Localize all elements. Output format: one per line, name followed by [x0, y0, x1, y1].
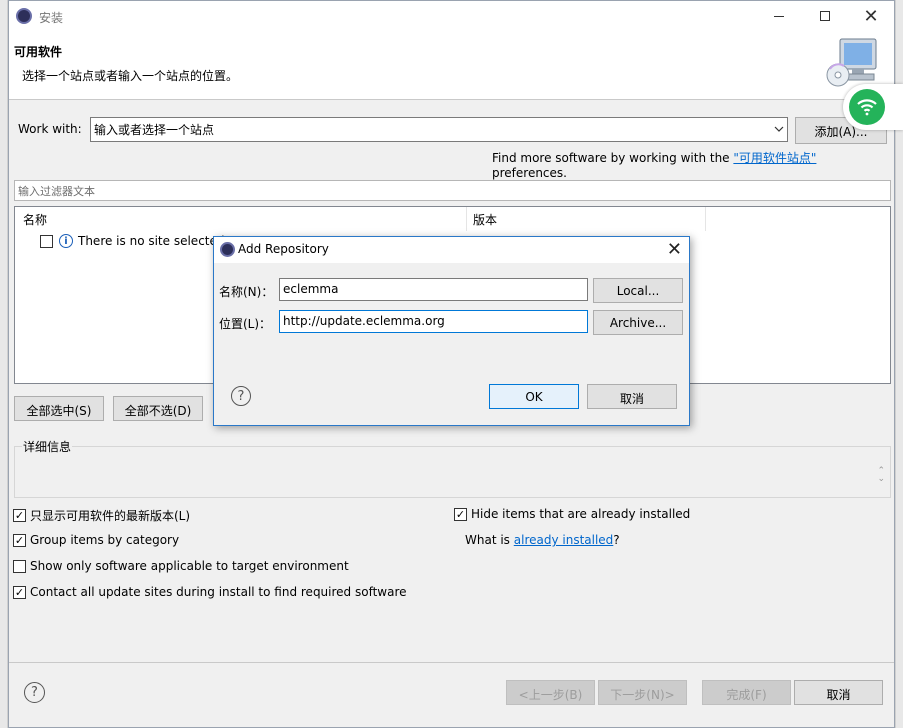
what-is-prefix: What is: [465, 533, 514, 547]
option-group-by-category[interactable]: ✓ Group items by category: [13, 533, 179, 547]
option-latest-only[interactable]: ✓ 只显示可用软件的最新版本(L): [13, 507, 190, 524]
ok-button[interactable]: OK: [489, 384, 579, 409]
column-header-name[interactable]: 名称: [23, 211, 47, 228]
help-icon[interactable]: ?: [24, 682, 45, 703]
group-by-category-label: Group items by category: [30, 533, 180, 547]
page-title: 可用软件: [14, 45, 63, 59]
dialog-title: Add Repository: [238, 242, 329, 256]
divider: [9, 662, 894, 663]
deselect-all-button[interactable]: 全部不选(D): [113, 396, 203, 421]
column-separator[interactable]: [705, 207, 706, 231]
close-button[interactable]: ✕: [848, 1, 894, 31]
cancel-button[interactable]: 取消: [794, 680, 883, 705]
tree-row-label: There is no site selected.: [78, 234, 229, 248]
maximize-button[interactable]: [802, 1, 848, 31]
find-more-suffix: preferences.: [492, 166, 567, 180]
option-hide-installed[interactable]: ✓ Hide items that are already installed: [454, 507, 690, 521]
column-header-version[interactable]: 版本: [473, 211, 497, 228]
already-installed-link[interactable]: already installed: [514, 533, 614, 547]
option-target-env-only[interactable]: Show only software applicable to target …: [13, 559, 349, 573]
dialog-close-icon[interactable]: ✕: [667, 239, 682, 260]
available-sites-link[interactable]: "可用软件站点": [733, 151, 816, 165]
page-description: 选择一个站点或者输入一个站点的位置。: [22, 69, 239, 83]
target-env-only-label: Show only software applicable to target …: [30, 559, 349, 573]
contact-all-sites-label: Contact all update sites during install …: [30, 585, 407, 599]
latest-only-label: 只显示可用软件的最新版本(L): [30, 509, 191, 523]
location-field[interactable]: http://update.eclemma.org: [279, 310, 588, 333]
hide-installed-label: Hide items that are already installed: [471, 507, 691, 521]
what-is-installed-text: What is already installed?: [465, 533, 620, 547]
hide-installed-checkbox[interactable]: ✓: [454, 507, 467, 521]
find-more-text: Find more software by working with the "…: [492, 149, 894, 180]
chevron-down-icon[interactable]: [773, 121, 785, 137]
eclipse-icon: [16, 8, 32, 24]
select-all-button[interactable]: 全部选中(S): [14, 396, 104, 421]
minimize-icon: [774, 15, 784, 17]
local-button[interactable]: Local...: [593, 278, 683, 303]
background-app-left: [0, 0, 8, 728]
wifi-widget[interactable]: [843, 84, 903, 130]
name-field[interactable]: eclemma: [279, 278, 588, 301]
minimize-button[interactable]: [756, 1, 802, 31]
dialog-cancel-button[interactable]: 取消: [587, 384, 677, 409]
name-label: 名称(N)：: [219, 285, 274, 299]
help-icon[interactable]: ?: [231, 386, 251, 406]
title-bar: 安装 ✕: [9, 1, 894, 33]
finish-button[interactable]: 完成(F): [702, 680, 791, 705]
work-with-label: Work with:: [18, 122, 82, 136]
details-box: ⌃ ⌄: [14, 446, 891, 498]
filter-input[interactable]: 输入过滤器文本: [14, 180, 891, 201]
back-button[interactable]: <上一步(B): [506, 680, 595, 705]
location-label: 位置(L)：: [219, 317, 272, 331]
tree-row-checkbox[interactable]: [40, 234, 53, 248]
option-contact-all-sites[interactable]: ✓ Contact all update sites during instal…: [13, 585, 407, 599]
work-with-value: 输入或者选择一个站点: [94, 123, 215, 137]
details-label: 详细信息: [22, 438, 73, 455]
target-env-only-checkbox[interactable]: [13, 559, 26, 573]
close-icon: ✕: [863, 5, 879, 27]
wifi-icon[interactable]: [849, 89, 885, 125]
contact-all-sites-checkbox[interactable]: ✓: [13, 585, 26, 599]
work-with-combo[interactable]: 输入或者选择一个站点: [90, 117, 788, 142]
scroll-arrows-icon[interactable]: ⌃ ⌄: [877, 467, 885, 484]
dialog-title-bar: Add Repository ✕: [214, 237, 689, 263]
column-separator[interactable]: [466, 207, 467, 231]
wizard-header: 可用软件 选择一个站点或者输入一个站点的位置。: [9, 33, 894, 100]
find-more-prefix: Find more software by working with the: [492, 151, 734, 165]
wifi-signal-icon: [857, 99, 877, 116]
info-icon: i: [59, 234, 73, 248]
group-by-category-checkbox[interactable]: ✓: [13, 533, 26, 547]
what-is-suffix: ?: [613, 533, 620, 547]
next-button[interactable]: 下一步(N)>: [598, 680, 687, 705]
add-repository-dialog: Add Repository ✕ 名称(N)： eclemma Local...…: [213, 236, 690, 426]
window-title: 安装: [39, 11, 64, 25]
tree-row[interactable]: i There is no site selected.: [40, 234, 228, 248]
latest-only-checkbox[interactable]: ✓: [13, 509, 26, 522]
maximize-icon: [820, 11, 830, 21]
archive-button[interactable]: Archive...: [593, 310, 683, 335]
eclipse-icon: [220, 242, 235, 257]
